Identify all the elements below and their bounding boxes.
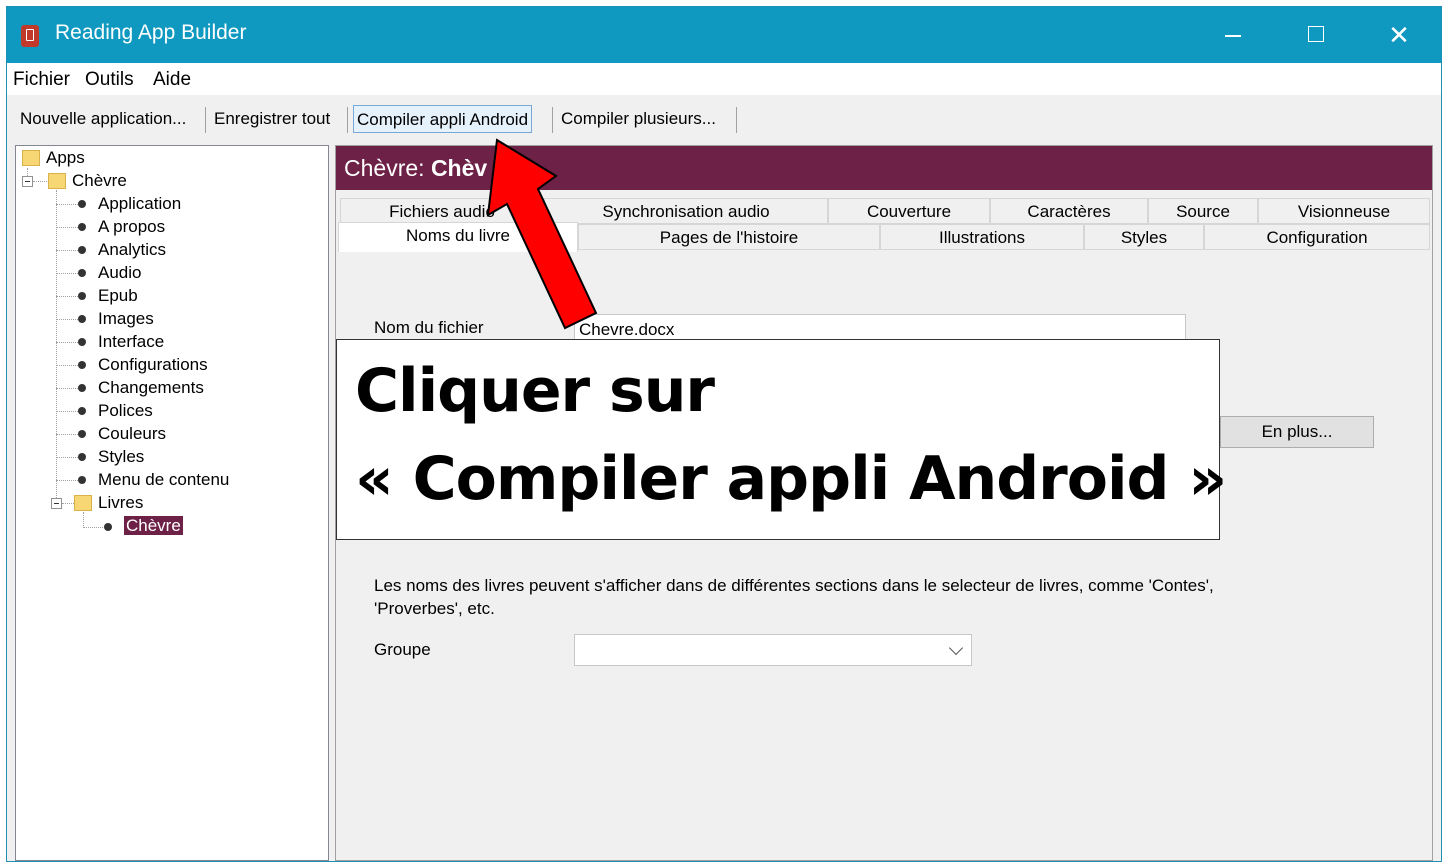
project-tree[interactable]: Apps Chèvre Application A propos Analyti… bbox=[15, 145, 329, 861]
more-button[interactable]: En plus... bbox=[1220, 416, 1374, 448]
title-bar: Reading App Builder ✕ bbox=[7, 7, 1441, 63]
bullet-icon bbox=[78, 315, 86, 323]
folder-icon bbox=[48, 173, 66, 189]
tree-app-chevre[interactable]: Chèvre bbox=[72, 170, 127, 192]
callout-line-1: Cliquer sur bbox=[355, 356, 715, 426]
tree-item-menu-de-contenu[interactable]: Menu de contenu bbox=[98, 469, 229, 491]
toolbar-separator bbox=[347, 107, 348, 133]
toolbar-separator bbox=[552, 107, 553, 133]
maximize-button[interactable] bbox=[1277, 7, 1357, 63]
group-label: Groupe bbox=[374, 640, 431, 659]
build-android-button[interactable]: Compiler appli Android bbox=[353, 105, 533, 133]
new-app-button[interactable]: Nouvelle application... bbox=[17, 105, 189, 133]
bullet-icon bbox=[78, 223, 86, 231]
tab-fichiers-audio[interactable]: Fichiers audio bbox=[340, 198, 544, 224]
tree-item-images[interactable]: Images bbox=[98, 308, 154, 330]
tab-strip: Fichiers audio Synchronisation audio Cou… bbox=[336, 198, 1432, 258]
tab-configuration[interactable]: Configuration bbox=[1204, 224, 1430, 250]
tree-item-changements[interactable]: Changements bbox=[98, 377, 204, 399]
bullet-icon bbox=[78, 476, 86, 484]
tree-book-chevre[interactable]: Chèvre bbox=[124, 515, 183, 537]
chevron-down-icon bbox=[948, 640, 964, 656]
toolbar-separator bbox=[205, 107, 206, 133]
close-button[interactable]: ✕ bbox=[1359, 7, 1439, 63]
window-title: Reading App Builder bbox=[55, 21, 247, 44]
tab-couverture[interactable]: Couverture bbox=[828, 198, 990, 224]
folder-icon bbox=[74, 495, 92, 511]
callout-line-2: « Compiler appli Android » bbox=[355, 444, 1227, 514]
group-dropdown[interactable] bbox=[574, 634, 972, 666]
tree-folder-livres[interactable]: Livres bbox=[98, 492, 143, 514]
collapse-icon[interactable] bbox=[22, 176, 33, 187]
tree-item-a-propos[interactable]: A propos bbox=[98, 216, 165, 238]
tab-caracteres[interactable]: Caractères bbox=[990, 198, 1148, 224]
tree-item-audio[interactable]: Audio bbox=[98, 262, 141, 284]
bullet-icon bbox=[78, 269, 86, 277]
selected-book-label: Chèvre bbox=[124, 516, 183, 535]
tree-root-apps[interactable]: Apps bbox=[46, 147, 85, 169]
bullet-icon bbox=[78, 338, 86, 346]
bullet-icon bbox=[78, 361, 86, 369]
menu-outils[interactable]: Outils bbox=[85, 69, 134, 91]
tree-item-application[interactable]: Application bbox=[98, 193, 181, 215]
build-multiple-button[interactable]: Compiler plusieurs... bbox=[558, 105, 719, 133]
folder-icon bbox=[22, 150, 40, 166]
bullet-icon bbox=[78, 430, 86, 438]
toolbar-separator bbox=[736, 107, 737, 133]
filename-label: Nom du fichier bbox=[374, 318, 484, 337]
tab-pages-histoire[interactable]: Pages de l'histoire bbox=[578, 224, 880, 250]
bullet-icon bbox=[78, 407, 86, 415]
tree-item-styles[interactable]: Styles bbox=[98, 446, 144, 468]
toolbar: Nouvelle application... Enregistrer tout… bbox=[7, 97, 1441, 141]
menu-bar: Fichier Outils Aide bbox=[7, 63, 1441, 95]
book-header: Chèvre: Chèv bbox=[336, 146, 1432, 190]
tree-item-configurations[interactable]: Configurations bbox=[98, 354, 208, 376]
groups-help-text: Les noms des livres peuvent s'afficher d… bbox=[374, 576, 1214, 595]
menu-aide[interactable]: Aide bbox=[153, 69, 191, 91]
collapse-icon[interactable] bbox=[51, 498, 62, 509]
tab-synchronisation-audio[interactable]: Synchronisation audio bbox=[544, 198, 828, 224]
save-all-button[interactable]: Enregistrer tout bbox=[211, 105, 333, 133]
tab-source[interactable]: Source bbox=[1148, 198, 1258, 224]
tab-visionneuse[interactable]: Visionneuse bbox=[1258, 198, 1430, 224]
minimize-button[interactable] bbox=[1193, 7, 1273, 63]
bullet-icon bbox=[104, 523, 112, 531]
bullet-icon bbox=[78, 453, 86, 461]
tree-item-epub[interactable]: Epub bbox=[98, 285, 138, 307]
bullet-icon bbox=[78, 384, 86, 392]
tree-item-interface[interactable]: Interface bbox=[98, 331, 164, 353]
tree-item-analytics[interactable]: Analytics bbox=[98, 239, 166, 261]
tab-illustrations[interactable]: Illustrations bbox=[880, 224, 1084, 250]
instruction-callout: Cliquer sur « Compiler appli Android » bbox=[336, 339, 1227, 540]
tab-noms-du-livre[interactable]: Noms du livre bbox=[338, 222, 578, 252]
header-title: Chèvre: Chèv bbox=[344, 155, 488, 181]
bullet-icon bbox=[78, 292, 86, 300]
bullet-icon bbox=[78, 246, 86, 254]
tab-styles[interactable]: Styles bbox=[1084, 224, 1204, 250]
groups-help-text-2: 'Proverbes', etc. bbox=[374, 599, 495, 618]
tree-item-polices[interactable]: Polices bbox=[98, 400, 153, 422]
app-icon bbox=[21, 25, 39, 47]
menu-fichier[interactable]: Fichier bbox=[13, 69, 70, 91]
tree-item-couleurs[interactable]: Couleurs bbox=[98, 423, 166, 445]
bullet-icon bbox=[78, 200, 86, 208]
